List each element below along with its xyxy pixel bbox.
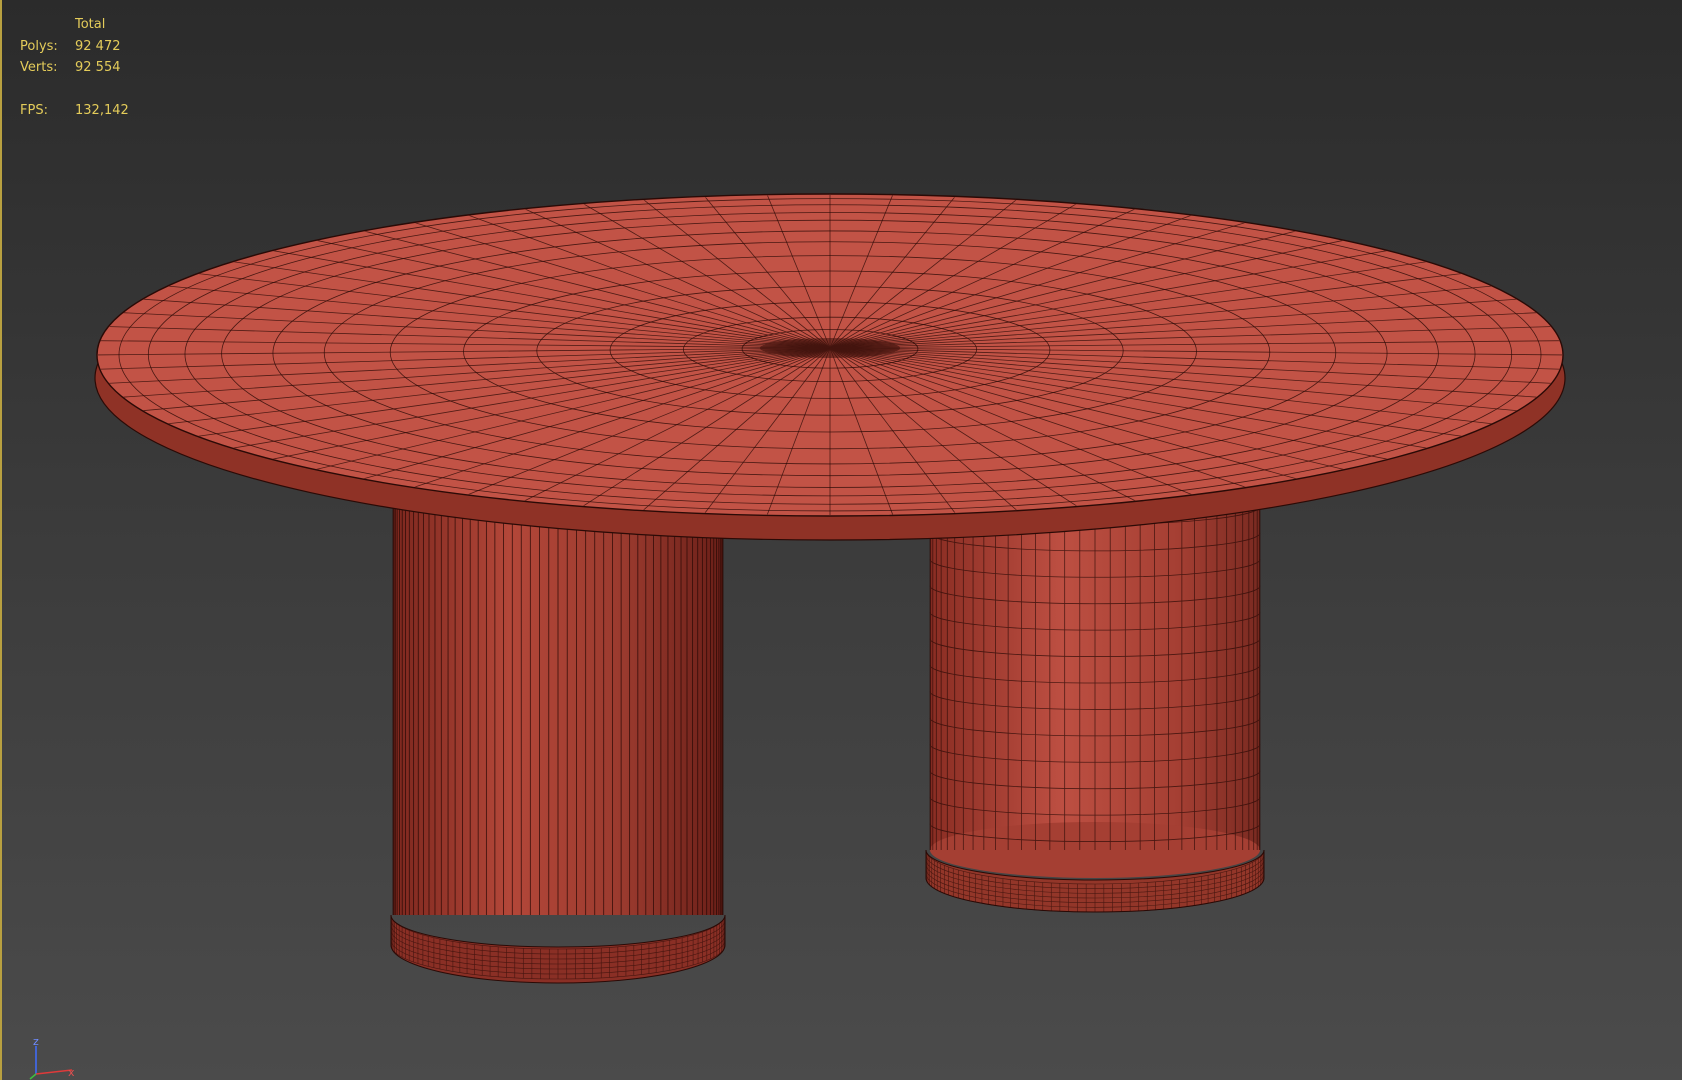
x-axis-line [35, 1069, 73, 1075]
perspective-viewport[interactable]: z x Total Polys: 92 472 Verts: 92 554 FP… [0, 0, 1682, 1080]
left-pedestal-leg[interactable] [390, 500, 726, 984]
y-axis-line [29, 1073, 37, 1080]
x-axis-label: x [68, 1066, 75, 1079]
stats-verts-row: Verts: 92 554 [20, 57, 129, 79]
stats-header-row: Total [20, 14, 129, 36]
verts-value: 92 554 [75, 60, 121, 75]
polys-label: Polys: [20, 38, 58, 54]
stats-fps-row: FPS: 132,142 [20, 100, 129, 122]
stats-polys-row: Polys: 92 472 [20, 36, 129, 58]
fps-value: 132,142 [75, 103, 129, 118]
viewport-statistics: Total Polys: 92 472 Verts: 92 554 FPS: 1… [20, 14, 129, 122]
fps-label: FPS: [20, 103, 48, 118]
axis-gizmo: z x [29, 1035, 75, 1080]
stats-total-header: Total [75, 17, 106, 32]
polys-value: 92 472 [75, 38, 121, 54]
table-wireframe-mesh[interactable]: z x [0, 0, 1682, 1080]
z-axis-label: z [33, 1035, 39, 1048]
verts-label: Verts: [20, 60, 58, 75]
